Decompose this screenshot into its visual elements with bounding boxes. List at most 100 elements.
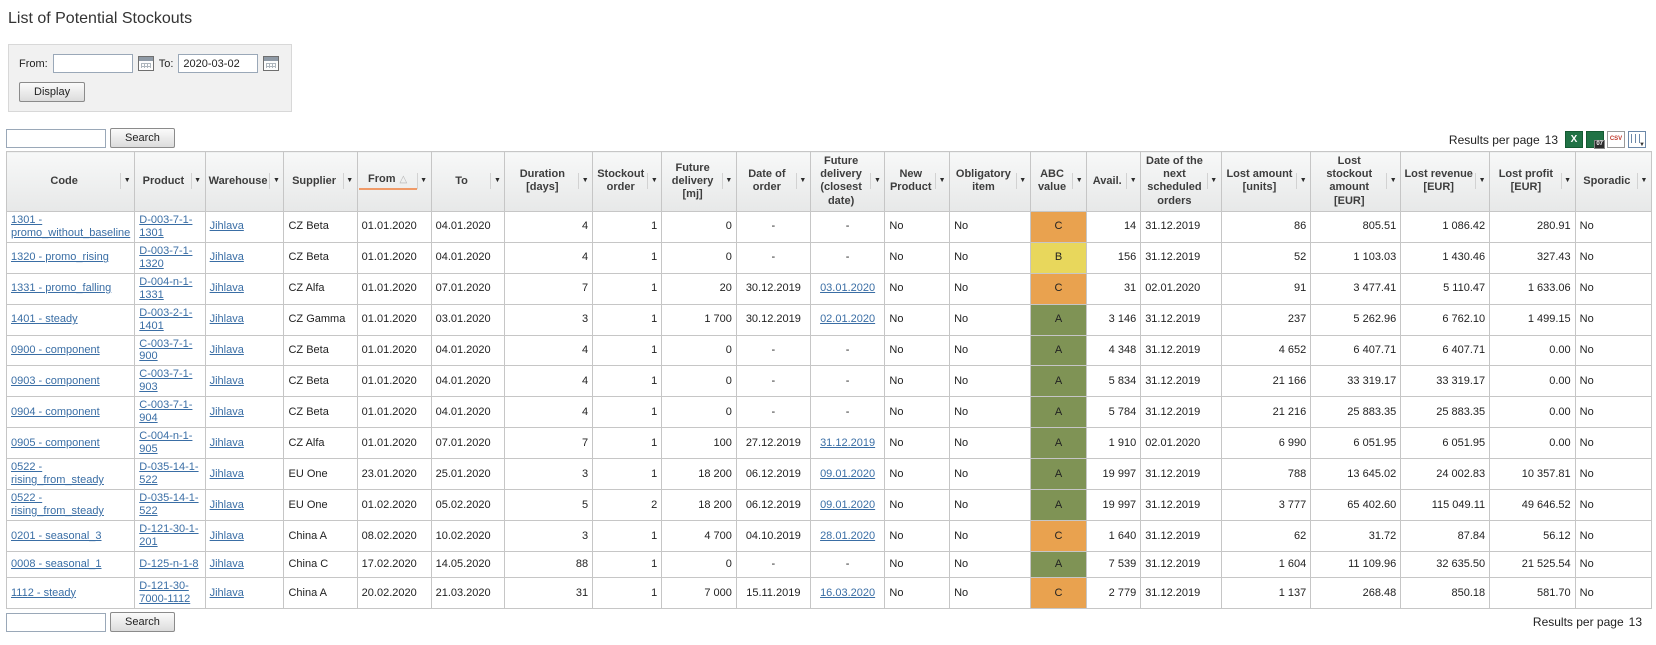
col-header-sporadic[interactable]: Sporadic▼ xyxy=(1575,152,1651,212)
col-header-warehouse[interactable]: Warehouse▼ xyxy=(205,152,284,212)
warehouse-link[interactable]: Jihlava xyxy=(210,313,244,325)
excel-2007-export-icon[interactable]: 07 xyxy=(1586,131,1604,148)
col-label-stockout_order[interactable]: Stockout order xyxy=(594,167,647,195)
excel-export-icon[interactable]: X xyxy=(1565,131,1583,148)
future_delivery_closest-link[interactable]: 09.01.2020 xyxy=(820,468,875,480)
product-link[interactable]: C-003-7-1-903 xyxy=(139,368,192,393)
csv-export-icon[interactable]: CSV xyxy=(1607,131,1625,148)
col-filter-menu-date_of_order[interactable]: ▼ xyxy=(796,173,809,189)
col-filter-menu-lost_revenue[interactable]: ▼ xyxy=(1475,173,1488,189)
search-button[interactable]: Search xyxy=(110,128,175,148)
col-filter-menu-supplier[interactable]: ▼ xyxy=(343,173,356,189)
results-per-page-value-bottom[interactable]: 13 xyxy=(1629,615,1642,629)
future_delivery_closest-link[interactable]: 02.01.2020 xyxy=(820,313,875,325)
col-header-duration[interactable]: Duration [days]▼ xyxy=(505,152,593,212)
warehouse-link[interactable]: Jihlava xyxy=(210,530,244,542)
col-filter-menu-stockout_order[interactable]: ▼ xyxy=(647,173,660,189)
col-label-abc_value[interactable]: ABC value xyxy=(1032,167,1073,195)
col-filter-menu-obligatory_item[interactable]: ▼ xyxy=(1016,173,1029,189)
search-input[interactable] xyxy=(6,129,106,148)
col-header-new_product[interactable]: New Product▼ xyxy=(885,152,950,212)
col-filter-menu-product[interactable]: ▼ xyxy=(191,173,204,189)
col-filter-menu-duration[interactable]: ▼ xyxy=(578,173,591,189)
col-filter-menu-lost_stockout[interactable]: ▼ xyxy=(1386,173,1399,189)
warehouse-link[interactable]: Jihlava xyxy=(210,344,244,356)
col-filter-menu-new_product[interactable]: ▼ xyxy=(935,173,948,189)
calendar-icon[interactable] xyxy=(138,56,154,71)
warehouse-link[interactable]: Jihlava xyxy=(210,251,244,263)
warehouse-link[interactable]: Jihlava xyxy=(210,375,244,387)
col-header-lost_profit[interactable]: Lost profit [EUR]▼ xyxy=(1490,152,1576,212)
col-filter-menu-next_scheduled[interactable]: ▼ xyxy=(1207,173,1220,189)
col-label-sporadic[interactable]: Sporadic xyxy=(1577,174,1637,189)
product-link[interactable]: D-121-30-1-201 xyxy=(139,523,198,548)
code-link[interactable]: 1401 - steady xyxy=(11,313,78,325)
col-header-code[interactable]: Code▼ xyxy=(7,152,135,212)
col-label-supplier[interactable]: Supplier xyxy=(285,174,342,189)
product-link[interactable]: D-125-n-1-8 xyxy=(139,558,198,570)
col-label-warehouse[interactable]: Warehouse xyxy=(207,174,270,189)
col-filter-menu-avail[interactable]: ▼ xyxy=(1126,173,1139,189)
product-link[interactable]: D-121-30-7000-1112 xyxy=(139,580,190,605)
future_delivery_closest-link[interactable]: 28.01.2020 xyxy=(820,530,875,542)
col-label-future_delivery_mj[interactable]: Future delivery [mj] xyxy=(663,161,722,203)
warehouse-link[interactable]: Jihlava xyxy=(210,406,244,418)
col-header-stockout_order[interactable]: Stockout order▼ xyxy=(593,152,662,212)
warehouse-link[interactable]: Jihlava xyxy=(210,558,244,570)
col-label-lost_revenue[interactable]: Lost revenue [EUR] xyxy=(1402,167,1475,195)
future_delivery_closest-link[interactable]: 16.03.2020 xyxy=(820,587,875,599)
product-link[interactable]: D-003-7-1-1301 xyxy=(139,214,192,239)
future_delivery_closest-link[interactable]: 09.01.2020 xyxy=(820,499,875,511)
col-header-product[interactable]: Product▼ xyxy=(135,152,205,212)
col-filter-menu-to[interactable]: ▼ xyxy=(490,173,503,189)
product-link[interactable]: D-004-n-1-1331 xyxy=(139,276,192,301)
col-filter-menu-from[interactable]: ▼ xyxy=(417,173,430,189)
code-link[interactable]: 0522 - rising_from_steady xyxy=(11,461,104,486)
col-header-lost_revenue[interactable]: Lost revenue [EUR]▼ xyxy=(1401,152,1490,212)
warehouse-link[interactable]: Jihlava xyxy=(210,587,244,599)
product-link[interactable]: D-003-2-1-1401 xyxy=(139,307,192,332)
search-input-bottom[interactable] xyxy=(6,613,106,632)
col-filter-menu-lost_amount[interactable]: ▼ xyxy=(1296,173,1309,189)
warehouse-link[interactable]: Jihlava xyxy=(210,499,244,511)
code-link[interactable]: 0905 - component xyxy=(11,437,100,449)
col-header-future_delivery_mj[interactable]: Future delivery [mj]▼ xyxy=(662,152,737,212)
col-header-to[interactable]: To▼ xyxy=(431,152,505,212)
warehouse-link[interactable]: Jihlava xyxy=(210,220,244,232)
col-header-lost_amount[interactable]: Lost amount [units]▼ xyxy=(1221,152,1311,212)
warehouse-link[interactable]: Jihlava xyxy=(210,437,244,449)
column-chooser-icon[interactable]: ▼ xyxy=(1628,131,1646,148)
code-link[interactable]: 0522 - rising_from_steady xyxy=(11,492,104,517)
results-per-page-value[interactable]: 13 xyxy=(1545,133,1558,147)
future_delivery_closest-link[interactable]: 31.12.2019 xyxy=(820,437,875,449)
col-label-date_of_order[interactable]: Date of order xyxy=(738,167,796,195)
search-button-bottom[interactable]: Search xyxy=(110,612,175,632)
col-label-to[interactable]: To xyxy=(433,174,491,189)
col-header-lost_stockout[interactable]: Lost stockout amount [EUR]▼ xyxy=(1311,152,1401,212)
product-link[interactable]: C-003-7-1-904 xyxy=(139,399,192,424)
col-header-obligatory_item[interactable]: Obligatory item▼ xyxy=(950,152,1031,212)
col-filter-menu-warehouse[interactable]: ▼ xyxy=(269,173,282,189)
code-link[interactable]: 1112 - steady xyxy=(11,587,76,599)
col-header-from[interactable]: From△▼ xyxy=(357,152,431,212)
code-link[interactable]: 0201 - seasonal_3 xyxy=(11,530,102,542)
display-button[interactable]: Display xyxy=(19,82,85,102)
col-label-lost_stockout[interactable]: Lost stockout amount [EUR] xyxy=(1312,154,1386,209)
code-link[interactable]: 0900 - component xyxy=(11,344,100,356)
col-label-obligatory_item[interactable]: Obligatory item xyxy=(951,167,1016,195)
col-label-new_product[interactable]: New Product xyxy=(886,167,935,195)
product-link[interactable]: D-035-14-1-522 xyxy=(139,461,198,486)
warehouse-link[interactable]: Jihlava xyxy=(210,282,244,294)
col-header-supplier[interactable]: Supplier▼ xyxy=(284,152,357,212)
col-header-abc_value[interactable]: ABC value▼ xyxy=(1030,152,1087,212)
col-label-lost_amount[interactable]: Lost amount [units] xyxy=(1223,167,1297,195)
product-link[interactable]: C-004-n-1-905 xyxy=(139,430,192,455)
code-link[interactable]: 0904 - component xyxy=(11,406,100,418)
col-label-from[interactable]: From△ xyxy=(359,172,417,190)
col-filter-menu-abc_value[interactable]: ▼ xyxy=(1072,173,1085,189)
col-label-lost_profit[interactable]: Lost profit [EUR] xyxy=(1491,167,1561,195)
col-label-duration[interactable]: Duration [days] xyxy=(506,167,578,195)
code-link[interactable]: 1331 - promo_falling xyxy=(11,282,111,294)
warehouse-link[interactable]: Jihlava xyxy=(210,468,244,480)
code-link[interactable]: 0903 - component xyxy=(11,375,100,387)
